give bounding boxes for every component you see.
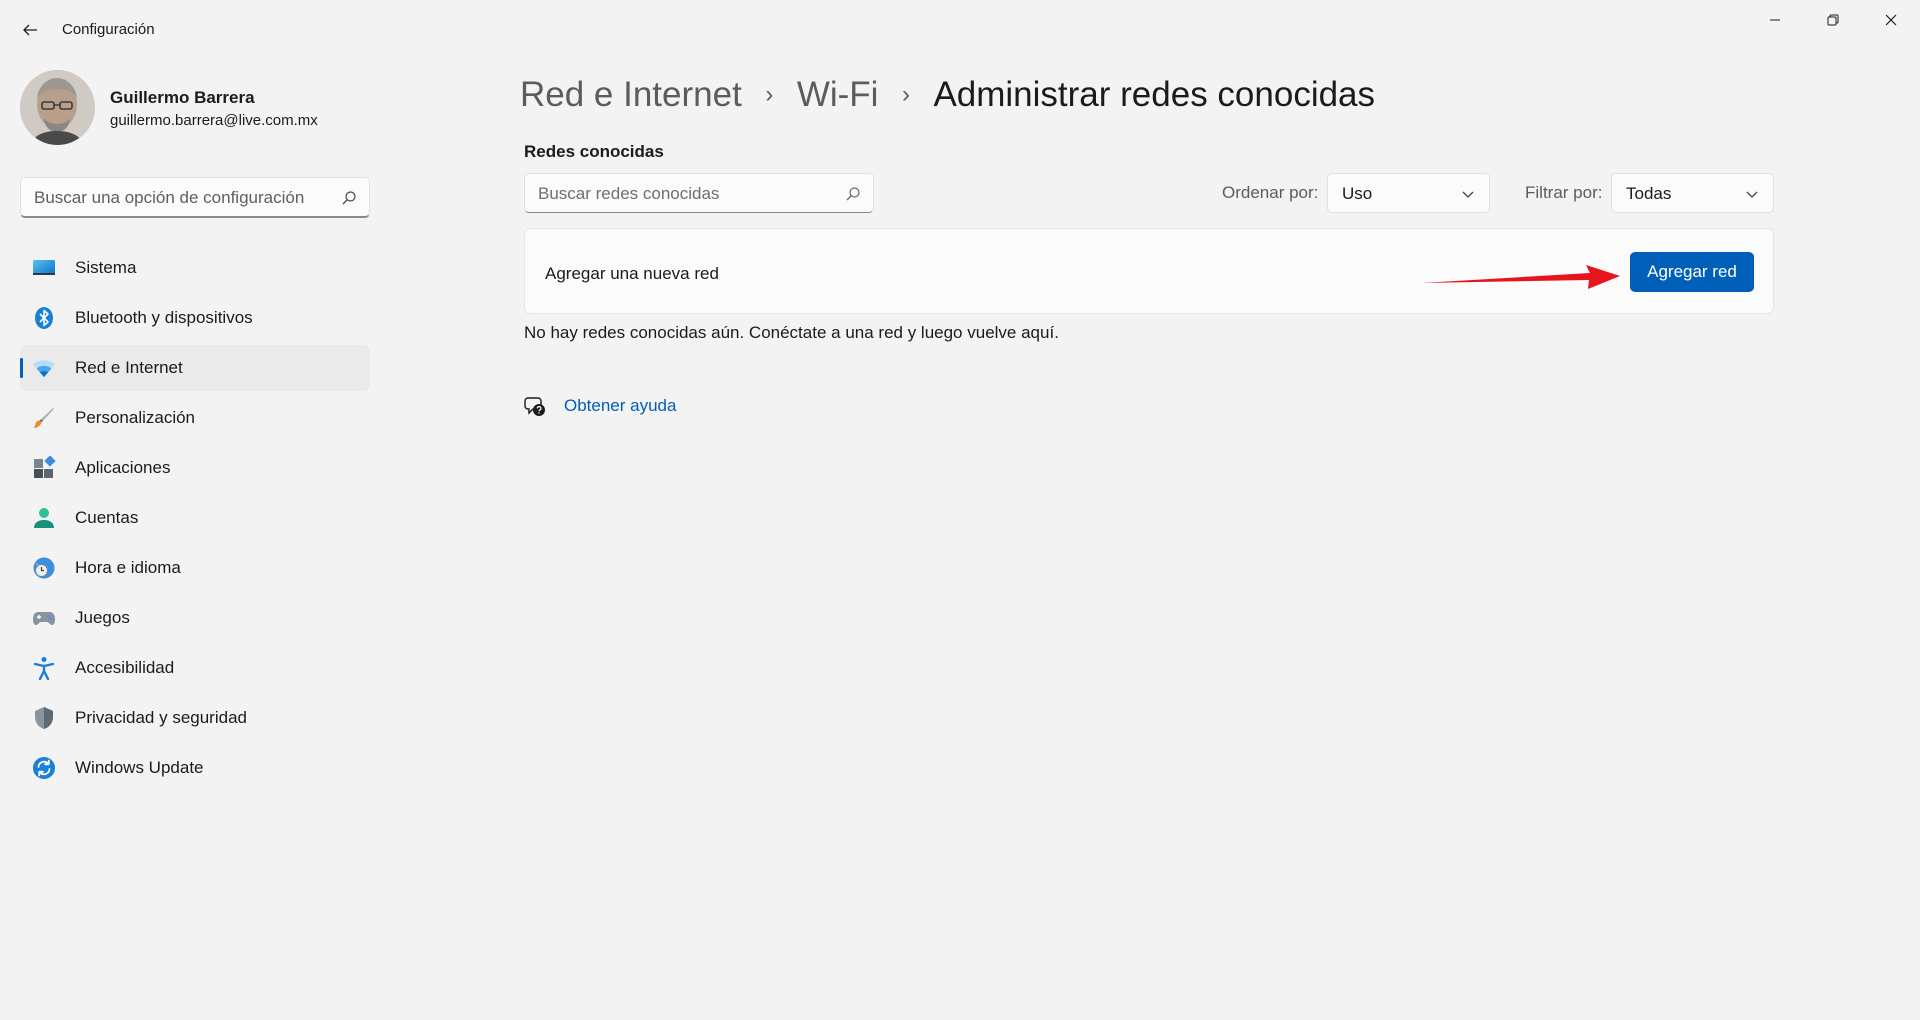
sidebar-item-label: Windows Update — [75, 758, 204, 777]
sidebar-item-label: Personalización — [75, 408, 196, 427]
sidebar-item-label: Accesibilidad — [75, 658, 175, 677]
sidebar-item-label: Privacidad y seguridad — [75, 708, 247, 727]
sidebar-nav: Sistema Bluetooth y dispositivos Red e I… — [20, 245, 370, 795]
sort-label: Ordenar por: — [1222, 183, 1319, 202]
known-networks-search-input[interactable] — [538, 184, 838, 204]
sidebar-item-red-e-internet[interactable]: Red e Internet — [20, 345, 370, 391]
sidebar-item-label: Hora e idioma — [75, 558, 181, 577]
breadcrumb-item-wifi[interactable]: Wi-Fi — [797, 75, 879, 115]
brush-icon — [32, 406, 56, 430]
filter-dropdown-value: Todas — [1626, 184, 1672, 203]
user-email: guillermo.barrera@live.com.mx — [110, 112, 318, 129]
app-title: Configuración — [62, 21, 155, 38]
sidebar-item-personalizacion[interactable]: Personalización — [20, 395, 370, 441]
restore-icon — [1827, 14, 1839, 26]
add-network-button[interactable]: Agregar red — [1630, 252, 1754, 292]
restore-button[interactable] — [1804, 0, 1862, 40]
user-name: Guillermo Barrera — [110, 88, 255, 107]
apps-icon — [32, 456, 56, 480]
clock-globe-icon — [32, 556, 56, 580]
filter-dropdown[interactable]: Todas — [1611, 173, 1774, 213]
filter-label: Filtrar por: — [1525, 183, 1603, 202]
sidebar-item-bluetooth[interactable]: Bluetooth y dispositivos — [20, 295, 370, 341]
back-button[interactable] — [18, 18, 42, 42]
shield-icon — [32, 706, 56, 730]
sort-dropdown[interactable]: Uso — [1327, 173, 1490, 213]
sidebar-item-label: Juegos — [75, 608, 130, 627]
sidebar-item-label: Aplicaciones — [75, 458, 171, 477]
sidebar-item-aplicaciones[interactable]: Aplicaciones — [20, 445, 370, 491]
sidebar-item-label: Bluetooth y dispositivos — [75, 308, 253, 327]
settings-search-box[interactable] — [20, 177, 370, 218]
search-icon — [846, 187, 860, 201]
chevron-down-icon — [1746, 191, 1758, 198]
breadcrumb-separator: › — [901, 81, 910, 108]
breadcrumb: Red e Internet › Wi-Fi › Administrar red… — [520, 70, 1375, 120]
sidebar-item-cuentas[interactable]: Cuentas — [20, 495, 370, 541]
sidebar-item-windows-update[interactable]: Windows Update — [20, 745, 370, 791]
sidebar-item-accesibilidad[interactable]: Accesibilidad — [20, 645, 370, 691]
sidebar-item-hora-e-idioma[interactable]: Hora e idioma — [20, 545, 370, 591]
sidebar-item-sistema[interactable]: Sistema — [20, 245, 370, 291]
add-network-label: Agregar una nueva red — [545, 264, 719, 283]
minimize-button[interactable] — [1746, 0, 1804, 40]
minimize-icon — [1770, 19, 1780, 21]
sort-dropdown-value: Uso — [1342, 184, 1373, 203]
sidebar-item-juegos[interactable]: Juegos — [20, 595, 370, 641]
sidebar-item-label: Red e Internet — [75, 358, 183, 377]
breadcrumb-separator: › — [765, 81, 774, 108]
breadcrumb-item-red-e-internet[interactable]: Red e Internet — [520, 75, 742, 115]
bluetooth-icon — [32, 306, 56, 330]
empty-state-message: No hay redes conocidas aún. Conéctate a … — [524, 323, 1059, 342]
sidebar-item-privacidad[interactable]: Privacidad y seguridad — [20, 695, 370, 741]
close-button[interactable] — [1862, 0, 1920, 40]
gamepad-icon — [32, 606, 56, 630]
section-title: Redes conocidas — [524, 142, 664, 161]
chevron-down-icon — [1462, 191, 1474, 198]
annotation-arrow-icon — [1422, 265, 1620, 289]
person-icon — [32, 506, 56, 530]
sidebar-item-label: Sistema — [75, 258, 137, 277]
sidebar-item-label: Cuentas — [75, 508, 139, 527]
wifi-icon — [32, 356, 56, 380]
close-icon — [1885, 14, 1897, 26]
known-networks-search-box[interactable] — [524, 173, 874, 213]
avatar — [20, 70, 95, 145]
system-icon — [32, 256, 56, 280]
page-title: Administrar redes conocidas — [933, 75, 1376, 114]
get-help-link[interactable]: Obtener ayuda — [564, 396, 676, 416]
accessibility-icon — [32, 656, 56, 680]
user-profile[interactable]: Guillermo Barrera guillermo.barrera@live… — [20, 70, 360, 146]
search-icon — [342, 191, 356, 205]
title-bar: Configuración — [0, 0, 1920, 60]
back-arrow-icon — [23, 24, 37, 36]
help-chat-icon — [524, 397, 545, 416]
help-row: Obtener ayuda — [524, 393, 676, 419]
update-icon — [32, 756, 56, 780]
settings-search-input[interactable] — [34, 188, 334, 208]
